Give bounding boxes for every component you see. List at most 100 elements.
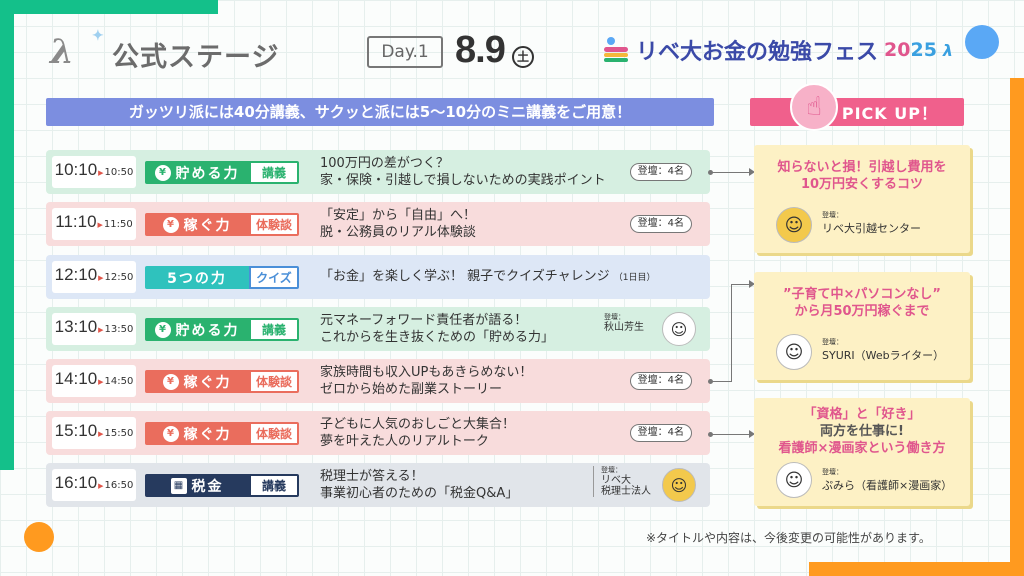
talk-title-line1: 「お金」を楽しく学ぶ！ 親子でクイズチャレンジ	[320, 269, 610, 284]
speaker-info: 登壇： リベ大 税理士法人	[593, 466, 651, 497]
connector-line	[731, 284, 750, 285]
time-slot: 12:10 ▶ 12:50	[52, 261, 136, 293]
session-type: 体験談	[249, 213, 299, 236]
schedule-row[interactable]: 10:10 ▶ 10:50 ¥ 貯める力 講義 100万円の差がつく？ 家・保険・…	[46, 150, 710, 194]
time-slot: 11:10 ▶ 11:50	[52, 208, 136, 240]
liberal-arts-logo-icon: λ ✦	[50, 28, 104, 72]
talk-title-line2: 家・保険・引越しで損しないための実践ポイント	[320, 173, 606, 188]
schedule-row[interactable]: 16:10 ▶ 16:50 ▦ 税金 講義 税理士が答える！ 事業初心者のための「…	[46, 463, 710, 507]
speaker-label: 登壇：	[822, 338, 843, 346]
connector-line	[710, 434, 750, 435]
talk-title-line1: 税理士が答える！	[320, 469, 424, 484]
time-end: 11:50	[103, 219, 133, 230]
category-badge: ¥ 稼ぐ力 体験談	[145, 213, 299, 236]
festival-logo: リベ大お金の勉強フェス 2025 λ	[604, 34, 953, 66]
time-end: 10:50	[104, 167, 134, 178]
category-badge: ¥ 稼ぐ力 体験談	[145, 422, 299, 445]
category-badge: ¥ 稼ぐ力 体験談	[145, 370, 299, 393]
time-start: 10:10	[54, 160, 98, 179]
speaker-count-badge: 登壇：4名	[629, 215, 692, 233]
pickup-header: PICK UP！	[750, 98, 964, 126]
calculator-icon: ▦	[170, 477, 187, 494]
pickup-speaker-avatar: ☺	[776, 462, 812, 498]
pickup-title: ”子育て中×パソコンなし” から月50万円稼ぐまで	[754, 286, 970, 320]
category-name: 稼ぐ力	[183, 426, 232, 443]
speaker-avatar: ☺	[662, 468, 696, 502]
time-start: 16:10	[54, 473, 98, 492]
talk-title-line2: これからを生き抜くための「貯める力」	[320, 330, 555, 345]
time-end: 14:50	[104, 376, 134, 387]
speaker-label: 登壇：	[822, 468, 843, 476]
schedule-row[interactable]: 13:10 ▶ 13:50 ¥ 貯める力 講義 元マネーフォワード責任者が語る！ …	[46, 307, 710, 351]
time-end: 15:50	[104, 428, 134, 439]
category-name: 5つの力	[167, 270, 227, 287]
yen-coin-icon: ¥	[162, 373, 179, 390]
speaker-label: 登壇：	[604, 313, 625, 321]
speaker-name: リベ大引越センター	[822, 222, 921, 235]
category-name: 貯める力	[175, 322, 240, 339]
person-icon: ☺	[670, 319, 688, 339]
connector-line	[710, 381, 732, 382]
footnote: ※タイトルや内容は、今後変更の可能性があります。	[646, 531, 931, 545]
time-arrow-icon: ▶	[98, 274, 104, 282]
category-badge: ▦ 税金 講義	[145, 474, 299, 497]
pickup-title: 知らないと損！引越し費用を 10万円安くするコツ	[754, 159, 970, 193]
schedule-row[interactable]: 15:10 ▶ 15:50 ¥ 稼ぐ力 体験談 子どもに人気のおしごと大集合！ 夢…	[46, 411, 710, 455]
session-type: 体験談	[249, 422, 299, 445]
schedule-row[interactable]: 12:10 ▶ 12:50 5つの力 クイズ 「お金」を楽しく学ぶ！ 親子でクイ…	[46, 255, 710, 299]
decor-orange-bar-bottom	[809, 562, 1024, 576]
talk-title-line1: 家族時間も収入UPもあきらめない！	[320, 365, 533, 380]
decor-green-bar-top	[0, 0, 218, 14]
talk-title: 元マネーフォワード責任者が語る！ これからを生き抜くための「貯める力」	[320, 312, 554, 346]
connector-line	[710, 172, 750, 173]
category-name: 貯める力	[175, 165, 240, 182]
time-end: 16:50	[104, 480, 134, 491]
person-icon: ☺	[784, 469, 804, 491]
pickup-card[interactable]: ”子育て中×パソコンなし” から月50万円稼ぐまで ☺ 登壇： SYURI（We…	[754, 272, 970, 380]
time-slot: 10:10 ▶ 10:50	[52, 156, 136, 188]
schedule-row[interactable]: 11:10 ▶ 11:50 ¥ 稼ぐ力 体験談 「安定」から「自由」へ！ 脱・公務…	[46, 202, 710, 246]
session-type: 講義	[249, 474, 299, 497]
schedule-row[interactable]: 14:10 ▶ 14:50 ¥ 稼ぐ力 体験談 家族時間も収入UPもあきらめない！…	[46, 359, 710, 403]
category-name: 稼ぐ力	[183, 217, 232, 234]
pickup-speaker: 登壇： リベ大引越センター	[822, 211, 921, 236]
yen-coin-icon: ¥	[154, 164, 171, 181]
yen-coin-icon: ¥	[162, 216, 179, 233]
pointing-hand-icon: ☝	[790, 83, 838, 131]
talk-title: 「安定」から「自由」へ！ 脱・公務員のリアル体験談	[320, 207, 476, 241]
category-name: 稼ぐ力	[183, 374, 232, 391]
pickup-title-line2: 10万円安くするコツ	[800, 177, 924, 192]
speaker-name: SYURI（Webライター）	[822, 349, 945, 362]
category-badge: ¥ 貯める力 講義	[145, 318, 299, 341]
talk-title-line1: 元マネーフォワード責任者が語る！	[320, 313, 528, 328]
festival-year-part2: 25	[910, 39, 937, 61]
pickup-title-line2: 両方を仕事に!	[820, 424, 904, 439]
speaker-label: 登壇：	[601, 466, 622, 474]
time-arrow-icon: ▶	[98, 326, 104, 334]
pickup-card[interactable]: 知らないと損！引越し費用を 10万円安くするコツ ☺ 登壇： リベ大引越センター	[754, 145, 970, 253]
decor-blue-dot	[965, 25, 999, 59]
time-start: 12:10	[54, 265, 98, 284]
day-label: Day.1	[367, 36, 443, 68]
event-date: 8.9	[455, 29, 506, 71]
session-type: 講義	[249, 318, 299, 341]
pickup-card[interactable]: 「資格」と「好き」 両方を仕事に! 看護師×漫画家という働き方 ☺ 登壇： ぷみ…	[754, 398, 970, 506]
talk-title-line1: 100万円の差がつく？	[320, 156, 449, 171]
yen-coin-icon: ¥	[162, 425, 179, 442]
speaker-avatar: ☺	[662, 312, 696, 346]
time-end: 12:50	[104, 272, 134, 283]
connector-line	[731, 284, 732, 382]
time-end: 13:50	[104, 324, 134, 335]
schedule-banner: ガッツリ派には40分講義、サクッと派には5〜10分のミニ講義をご用意！	[46, 98, 714, 126]
talk-title-line1: 子どもに人気のおしごと大集合！	[320, 417, 516, 432]
talk-title-line2: 夢を叶えた人のリアルトーク	[320, 434, 489, 449]
category-badge: 5つの力 クイズ	[145, 266, 299, 289]
stage-title: 公式ステージ	[112, 42, 280, 73]
time-arrow-icon: ▶	[98, 482, 104, 490]
pickup-title-line2: から月50万円稼ぐまで	[794, 304, 930, 319]
speaker-name-line2: 税理士法人	[601, 486, 651, 497]
festival-title: リベ大お金の勉強フェス	[636, 40, 879, 65]
talk-title-line2: 脱・公務員のリアル体験談	[320, 225, 476, 240]
time-slot: 13:10 ▶ 13:50	[52, 313, 136, 345]
decor-orange-dot	[24, 522, 54, 552]
